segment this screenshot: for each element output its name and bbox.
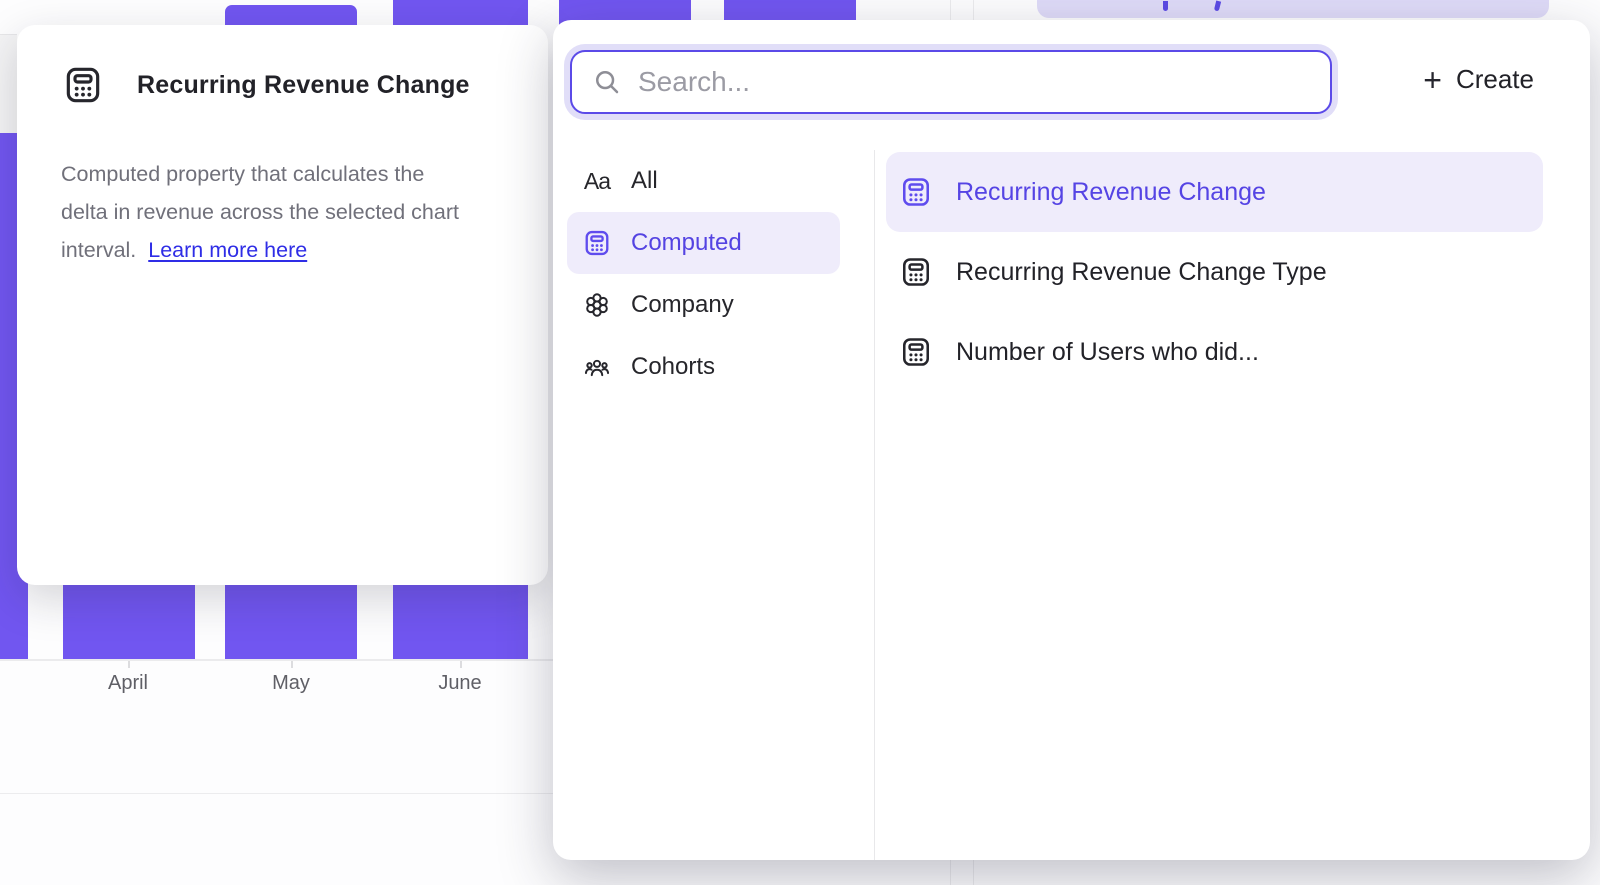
category-item-company[interactable]: Company <box>567 274 840 336</box>
category-list: Aa All Computed <box>567 150 840 398</box>
category-item-all[interactable]: Aa All <box>567 150 840 212</box>
clipped-text-fragment <box>1214 1 1221 12</box>
search-input[interactable] <box>638 66 1310 98</box>
category-label: Cohorts <box>631 353 715 381</box>
category-label: Company <box>631 291 734 319</box>
axis-tick <box>460 661 462 668</box>
create-button[interactable]: + Create <box>1423 64 1534 95</box>
calculator-icon <box>900 176 932 208</box>
calculator-icon <box>63 65 103 105</box>
column-divider <box>874 150 875 860</box>
calculator-icon <box>583 229 611 257</box>
result-label: Number of Users who did... <box>956 338 1259 367</box>
description-line: Computed property that calculates the <box>61 162 424 186</box>
result-label: Recurring Revenue Change Type <box>956 258 1327 287</box>
plus-icon: + <box>1423 67 1442 93</box>
learn-more-link[interactable]: Learn more here <box>148 238 307 262</box>
cohorts-people-icon <box>583 353 611 381</box>
calculator-icon <box>900 336 932 368</box>
search-field[interactable] <box>570 50 1332 114</box>
result-item-number-of-users[interactable]: Number of Users who did... <box>886 312 1543 392</box>
search-icon <box>592 67 622 97</box>
result-label: Recurring Revenue Change <box>956 178 1266 207</box>
axis-tick <box>291 661 293 668</box>
property-picker-popup: + Create Aa All <box>553 20 1590 860</box>
screen: April May June Recurring Revenue Change <box>0 0 1600 885</box>
tooltip-description: Computed property that calculates the de… <box>17 105 548 269</box>
x-axis-label-april: April <box>68 672 188 695</box>
x-axis-label-june: June <box>400 672 520 695</box>
clipped-text-fragment <box>1163 1 1168 11</box>
description-line: interval. <box>61 238 136 262</box>
result-item-recurring-revenue-change-type[interactable]: Recurring Revenue Change Type <box>886 232 1543 312</box>
axis-tick <box>128 661 130 668</box>
company-flower-icon <box>583 291 611 319</box>
category-label: Computed <box>631 229 742 257</box>
x-axis-label-may: May <box>231 672 351 695</box>
create-button-label: Create <box>1456 64 1534 95</box>
results-list: Recurring Revenue Change Recurring Reven… <box>886 152 1543 392</box>
calculator-icon <box>900 256 932 288</box>
result-item-recurring-revenue-change[interactable]: Recurring Revenue Change <box>886 152 1543 232</box>
category-label: All <box>631 167 658 195</box>
category-item-cohorts[interactable]: Cohorts <box>567 336 840 398</box>
property-tooltip-card: Recurring Revenue Change Computed proper… <box>17 25 548 585</box>
partial-selected-control[interactable] <box>1037 0 1549 18</box>
description-line: delta in revenue across the selected cha… <box>61 200 459 224</box>
aa-text-icon: Aa <box>583 167 611 195</box>
category-item-computed[interactable]: Computed <box>567 212 840 274</box>
tooltip-title: Recurring Revenue Change <box>137 71 470 100</box>
